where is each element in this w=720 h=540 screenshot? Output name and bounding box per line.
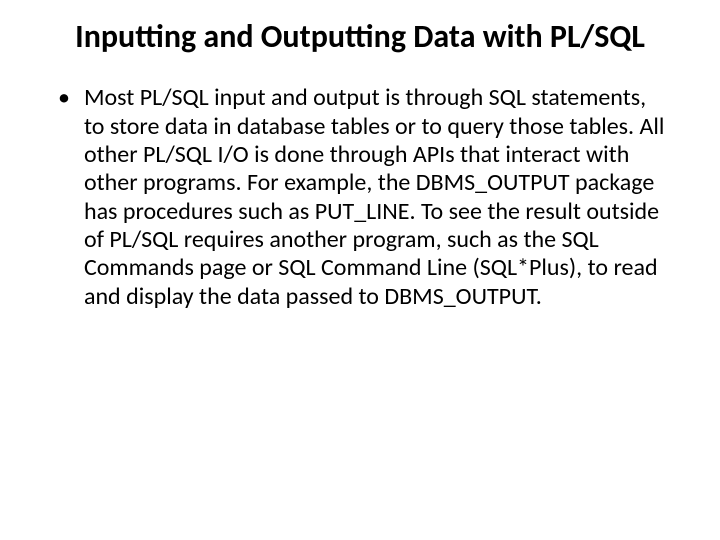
bullet-marker-icon: • — [58, 84, 70, 112]
slide-title: Inputting and Outputting Data with PL/SQ… — [50, 18, 670, 56]
bullet-text: Most PL/SQL input and output is through … — [84, 84, 670, 311]
bullet-item: • Most PL/SQL input and output is throug… — [50, 84, 670, 311]
